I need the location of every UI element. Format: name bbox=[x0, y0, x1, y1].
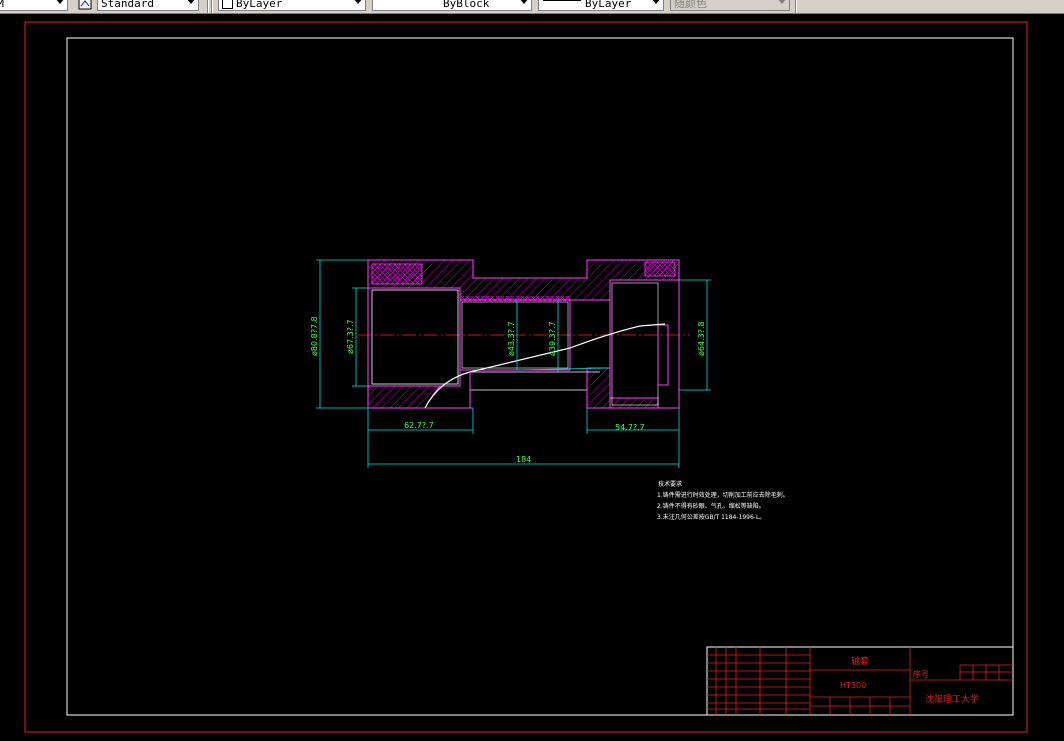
color-swatch-icon bbox=[222, 0, 233, 9]
plotstyle-value: 随颜色 bbox=[674, 0, 707, 10]
right-bore-inner bbox=[611, 282, 659, 406]
color-combo[interactable]: ByLayer bbox=[218, 0, 366, 11]
chevron-down-icon bbox=[353, 0, 363, 4]
dim-text-right: ø64.3?.8 bbox=[697, 321, 706, 356]
chevron-down-icon bbox=[519, 0, 529, 4]
tech-line-3: 3.未注几何公差按GB/T 1184-1996-L。 bbox=[657, 513, 765, 521]
title-material: HT300 bbox=[840, 681, 866, 690]
upper-knurl-right bbox=[644, 261, 676, 277]
lower-section-left bbox=[367, 385, 442, 409]
title-block: 轴套 HT300 序号 沈阳理工大学 bbox=[706, 646, 1014, 716]
drawing-frame bbox=[66, 37, 1014, 716]
text-style-value: Standard bbox=[101, 0, 154, 10]
dim-text-mid-bore: ø43.3?.7 bbox=[507, 321, 516, 356]
tech-line-2: 2.铸件不得有砂眼、气孔、缩松等缺陷。 bbox=[657, 502, 765, 510]
right-groove bbox=[657, 324, 669, 386]
sheet-border-outer bbox=[24, 21, 1028, 733]
dimstyle-value: DIM bbox=[0, 0, 4, 10]
dimstyle-combo[interactable]: DIM bbox=[0, 0, 68, 11]
tech-line-1: 1.铸件需进行时效处理，切削加工前应去除毛刺。 bbox=[657, 491, 789, 499]
style-manager-icon[interactable] bbox=[78, 0, 92, 10]
chevron-down-icon bbox=[651, 0, 661, 4]
broken-out-curve bbox=[424, 323, 666, 409]
text-style-combo[interactable]: Standard bbox=[97, 0, 199, 11]
toolbar-separator bbox=[795, 0, 797, 13]
part-section-view bbox=[358, 259, 690, 409]
upper-knurl-left bbox=[371, 263, 423, 285]
technical-requirements: 技术要求 1.铸件需进行时效处理，切削加工前应去除毛刺。 2.铸件不得有砂眼、气… bbox=[657, 480, 789, 521]
toolbar-separator bbox=[207, 0, 209, 13]
plotstyle-combo: 随颜色 bbox=[670, 0, 790, 11]
linetype-combo[interactable]: ByBlock bbox=[372, 0, 532, 11]
dim-text-neck: ø39.3?.7 bbox=[548, 321, 557, 356]
lineweight-value: ByLayer bbox=[585, 0, 632, 10]
dim-text-left-bore: ø67.3?.7 bbox=[346, 319, 355, 354]
title-part-name: 轴套 bbox=[851, 655, 869, 667]
tech-title: 技术要求 bbox=[658, 480, 682, 488]
drawing-canvas[interactable]: ø80.8?7.8 ø67.3?.7 ø43.3?.7 ø39.3?.7 ø64… bbox=[0, 14, 1064, 741]
left-bore-inner bbox=[371, 289, 459, 385]
chevron-down-icon bbox=[186, 0, 196, 4]
dim-text-left-len: 62.7?.7 bbox=[404, 421, 434, 430]
properties-toolbar: DIM Standard ByLayer ByBlock ByLayer 随颜色 bbox=[0, 0, 1064, 14]
lineweight-sample bbox=[543, 0, 581, 1]
title-scale-label: 序号 bbox=[913, 669, 929, 679]
chevron-down-icon bbox=[55, 0, 65, 4]
dim-text-total: 184 bbox=[516, 455, 531, 464]
dim-text-outer: ø80.8?7.8 bbox=[310, 316, 319, 356]
left-bore bbox=[367, 287, 461, 387]
right-bore bbox=[609, 279, 680, 409]
chevron-down-icon bbox=[777, 0, 787, 4]
linetype-value: ByBlock bbox=[443, 0, 490, 10]
toolbar-separator bbox=[211, 0, 213, 13]
dim-text-right-len: 54.7?.7 bbox=[615, 423, 645, 432]
color-value: ByLayer bbox=[236, 0, 283, 10]
lineweight-combo[interactable]: ByLayer bbox=[538, 0, 664, 11]
title-company: 沈阳理工大学 bbox=[925, 693, 979, 705]
lower-section-right bbox=[586, 367, 659, 409]
